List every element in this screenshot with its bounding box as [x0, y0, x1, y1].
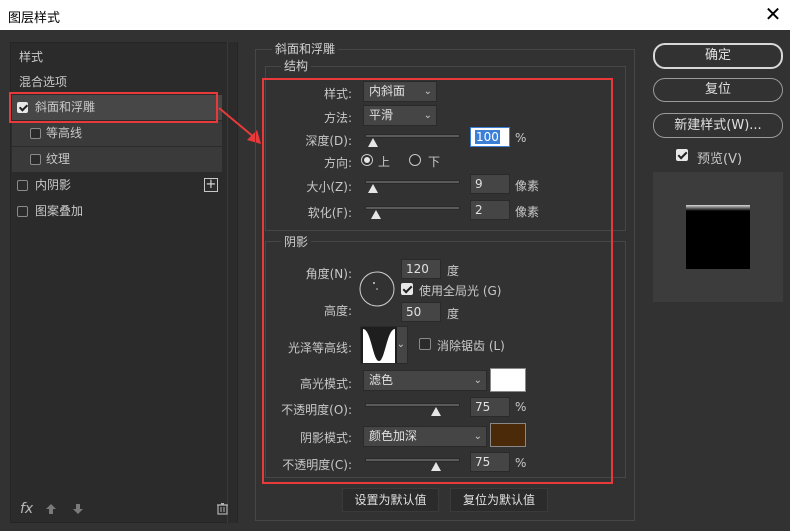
preview-thumbnail	[653, 172, 783, 302]
annotation-box-settings	[262, 78, 613, 484]
reset-default-button[interactable]: 复位为默认值	[450, 488, 548, 512]
fx-icon[interactable]: fx	[20, 501, 33, 517]
arrow-down-icon[interactable]	[72, 503, 84, 515]
add-effect-icon[interactable]: +	[204, 178, 218, 192]
list-item-contour[interactable]: 等高线	[12, 121, 222, 146]
contour-checkbox[interactable]	[30, 128, 41, 139]
preview-swatch	[686, 205, 750, 269]
list-item-label: 纹理	[46, 152, 71, 166]
trash-icon[interactable]	[216, 502, 229, 515]
preview-label: 预览(V)	[697, 152, 743, 167]
window-title: 图层样式	[8, 11, 61, 26]
annotation-box-list	[9, 92, 218, 123]
reset-button[interactable]: 复位	[653, 78, 783, 102]
ok-button[interactable]: 确定	[653, 43, 783, 69]
list-item-styles[interactable]: 样式	[12, 45, 222, 70]
list-item-texture[interactable]: 纹理	[12, 147, 222, 172]
arrow-up-icon[interactable]	[45, 503, 57, 515]
texture-checkbox[interactable]	[30, 154, 41, 165]
pattern-overlay-checkbox[interactable]	[17, 206, 28, 217]
title-bar: 图层样式 ✕	[0, 0, 790, 30]
set-default-button[interactable]: 设置为默认值	[342, 488, 439, 512]
preview-checkbox[interactable]	[676, 149, 688, 161]
structure-title: 结构	[281, 57, 312, 74]
close-icon[interactable]: ✕	[762, 3, 784, 25]
list-item-pattern-overlay[interactable]: 图案叠加	[12, 199, 222, 224]
list-item-label: 内阴影	[35, 178, 72, 192]
inner-shadow-checkbox[interactable]	[17, 180, 28, 191]
new-style-button[interactable]: 新建样式(W)...	[653, 113, 783, 138]
list-item-label: 等高线	[46, 126, 83, 140]
list-item-label: 样式	[19, 50, 44, 64]
bevel-section-title: 斜面和浮雕	[272, 40, 339, 57]
list-item-label: 图案叠加	[35, 204, 84, 218]
list-item-inner-shadow[interactable]: 内阴影 +	[12, 173, 222, 198]
